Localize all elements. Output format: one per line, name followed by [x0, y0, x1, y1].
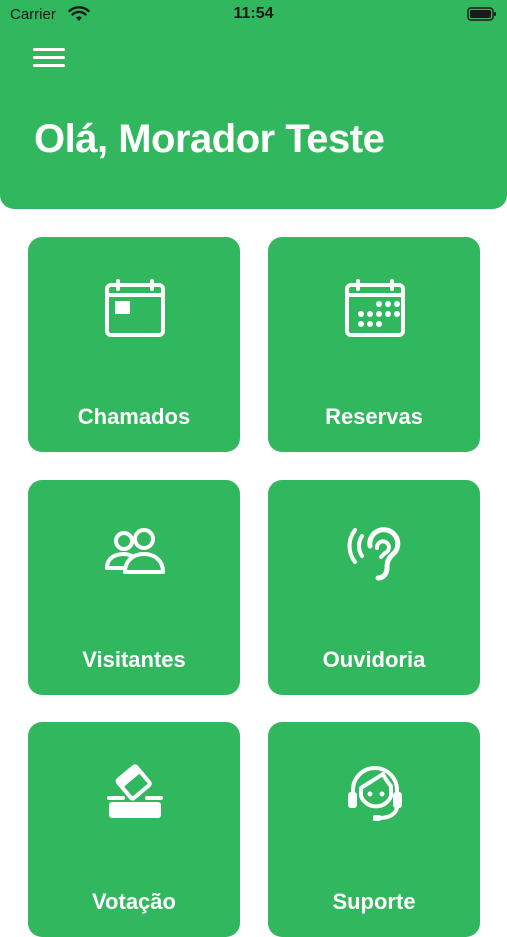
- ticket-calendar-icon: [105, 279, 165, 337]
- app-header: [0, 0, 507, 209]
- tile-visitantes[interactable]: Visitantes: [28, 480, 240, 695]
- page-title: Olá, Morador Teste: [34, 117, 385, 161]
- tile-suporte[interactable]: Suporte: [268, 722, 480, 937]
- tile-label: Suporte: [332, 889, 416, 914]
- visitors-icon: [105, 528, 165, 574]
- status-bar: Carrier 11:54: [0, 0, 507, 30]
- tile-label: Ouvidoria: [322, 647, 426, 672]
- headset-support-icon: [348, 766, 402, 821]
- tile-chamados[interactable]: Chamados: [28, 237, 240, 452]
- status-time: 11:54: [233, 5, 274, 22]
- hamburger-menu-icon[interactable]: [30, 44, 68, 72]
- tile-ouvidoria[interactable]: Ouvidoria: [268, 480, 480, 695]
- tile-label: Votação: [92, 889, 176, 914]
- ballot-box-icon: [107, 764, 163, 818]
- calendar-icon: [345, 279, 405, 337]
- tile-votacao[interactable]: Votação: [28, 722, 240, 937]
- tile-label: Chamados: [77, 404, 191, 429]
- tile-label: Visitantes: [82, 647, 186, 672]
- tile-reservas[interactable]: Reservas: [268, 237, 480, 452]
- ear-icon: [347, 527, 401, 581]
- tile-label: Reservas: [325, 404, 423, 429]
- battery-icon: [467, 7, 496, 21]
